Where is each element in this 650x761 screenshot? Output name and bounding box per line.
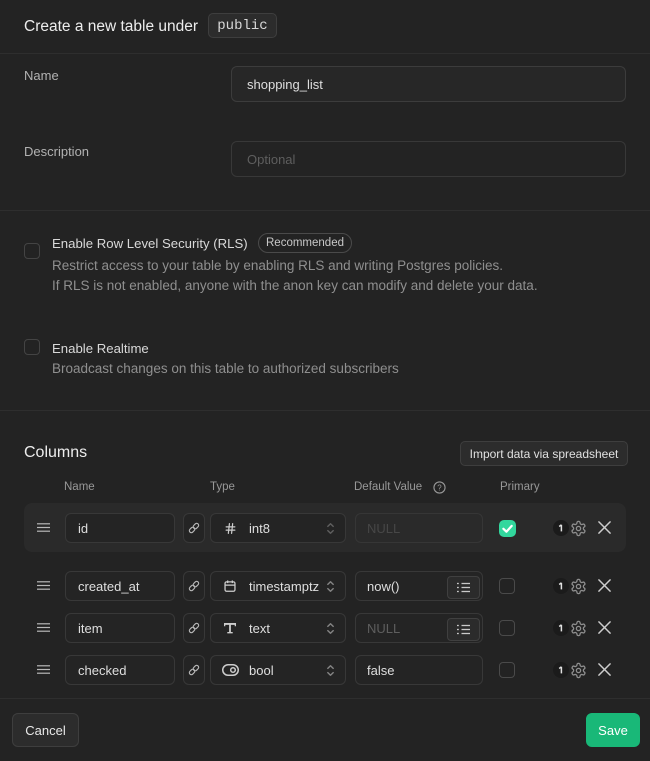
svg-text:?: ? [437, 483, 442, 492]
